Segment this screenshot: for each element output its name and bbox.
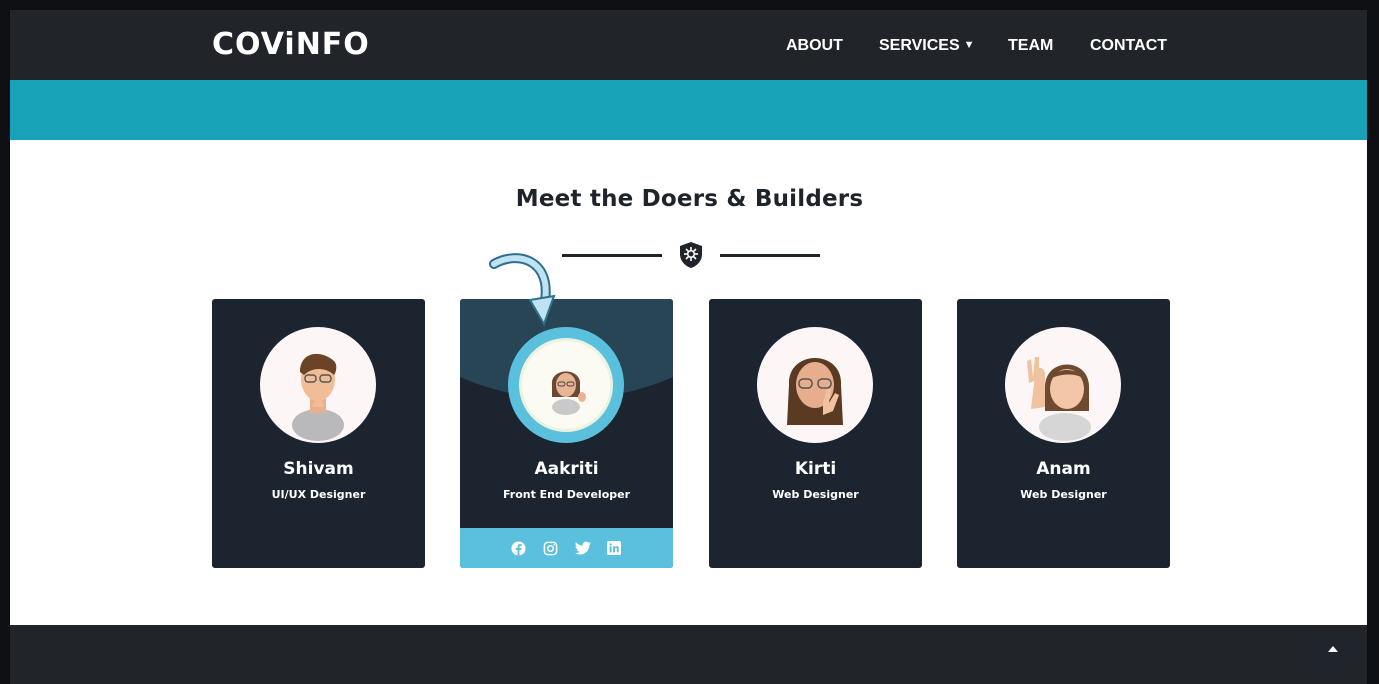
social-links — [460, 528, 673, 568]
divider-right — [720, 254, 820, 257]
member-name: Kirti — [794, 459, 837, 479]
twitter-icon[interactable] — [575, 541, 591, 556]
member-name: Anam — [1036, 459, 1091, 479]
shield-virus-icon — [676, 240, 706, 275]
team-card-shivam[interactable]: Shivam UI/UX Designer — [212, 299, 425, 568]
linkedin-icon[interactable] — [607, 540, 622, 556]
back-to-top-button[interactable] — [1312, 628, 1354, 670]
nav-services-label: SERVICES — [879, 37, 960, 54]
avatar — [1005, 327, 1121, 443]
member-role: Web Designer — [772, 488, 859, 501]
hero-band — [0, 80, 1379, 140]
nav-about[interactable]: ABOUT — [786, 37, 843, 55]
navbar: COViNFO ABOUT SERVICES ▼ TEAM CONTACT — [0, 0, 1379, 80]
section-heading: Meet the Doers & Builders — [515, 186, 864, 212]
avatar — [757, 327, 873, 443]
curved-arrow-annotation — [488, 250, 558, 335]
member-role: UI/UX Designer — [271, 488, 366, 501]
team-card-anam[interactable]: Anam Web Designer — [957, 299, 1170, 568]
team-card-kirti[interactable]: Kirti Web Designer — [709, 299, 922, 568]
caret-down-icon: ▼ — [963, 39, 975, 51]
avatar — [260, 327, 376, 443]
site-logo[interactable]: COViNFO — [212, 27, 370, 62]
divider-left — [562, 254, 662, 257]
nav-team[interactable]: TEAM — [1008, 37, 1053, 55]
nav-services[interactable]: SERVICES ▼ — [879, 37, 975, 55]
avatar-inner — [519, 338, 613, 432]
avatar — [508, 327, 624, 443]
member-name: Shivam — [283, 459, 354, 479]
nav-contact[interactable]: CONTACT — [1090, 37, 1167, 55]
member-name: Aakriti — [534, 459, 599, 479]
instagram-icon[interactable] — [543, 541, 558, 556]
facebook-icon[interactable] — [511, 540, 526, 556]
member-role: Front End Developer — [502, 488, 631, 501]
team-card-aakriti[interactable]: Aakriti Front End Developer — [460, 299, 673, 568]
caret-up-icon — [1328, 646, 1338, 652]
footer — [0, 625, 1379, 684]
member-role: Web Designer — [1020, 488, 1107, 501]
